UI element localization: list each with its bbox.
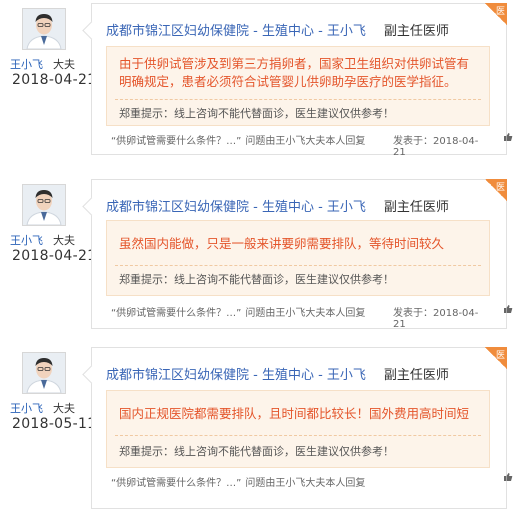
answer-footer: “供卵试管需要什么条件？…” 问题由王小飞大夫本人回复 (111, 474, 491, 489)
question-link[interactable]: “供卵试管需要什么条件？…” (111, 136, 241, 147)
thumb-up-icon[interactable] (503, 304, 513, 317)
doctor-name-line: 王小飞 大夫 (10, 400, 75, 416)
published-date: 发表于：2018-04-21 (393, 136, 479, 158)
answer-text: 由于供卵试管涉及到第三方捐卵者，国家卫生组织对供卵试管有明确规定，患者必须符合试… (119, 56, 470, 89)
hospital-line: 成都市锦江区妇幼保健院 - 生殖中心 - 王小飞 副主任医师 (106, 196, 449, 215)
question-link[interactable]: “供卵试管需要什么条件？…” (111, 478, 241, 489)
reply-box: 虽然国内能做，只是一般来讲要卵需要排队，等待时间较久 郑重提示：线上咨询不能代替… (106, 220, 490, 296)
answer-entry: 王小飞 大夫 2018-04-21 医 成都市锦江区妇幼保健院 - 生殖中心 - … (0, 176, 517, 334)
hospital-line: 成都市锦江区妇幼保健院 - 生殖中心 - 王小飞 副主任医师 (106, 364, 449, 383)
divider (115, 435, 481, 436)
doctor-corner-badge: 医 (485, 347, 507, 369)
doctor-name-line: 王小飞 大夫 (10, 56, 75, 72)
doctor-name-link[interactable]: 王小飞 (10, 58, 43, 71)
thumb-up-icon[interactable] (503, 472, 513, 485)
doctor-avatar[interactable] (22, 352, 66, 394)
answered-by: 问题由王小飞大夫本人回复 (245, 478, 366, 489)
answer-entry: 王小飞 大夫 2018-05-11 医 成都市锦江区妇幼保健院 - 生殖中心 - … (0, 344, 517, 509)
answer-date: 2018-04-21 (12, 72, 97, 88)
hospital-link[interactable]: 成都市锦江区妇幼保健院 - 生殖中心 - 王小飞 (106, 368, 366, 383)
doctor-avatar[interactable] (22, 184, 66, 226)
reply-box: 由于供卵试管涉及到第三方捐卵者，国家卫生组织对供卵试管有明确规定，患者必须符合试… (106, 46, 490, 126)
doctor-name-link[interactable]: 王小飞 (10, 402, 43, 415)
disclaimer-tip: 郑重提示：线上咨询不能代替面诊，医生建议仅供参考！ (119, 107, 394, 120)
doctor-corner-badge: 医 (485, 179, 507, 201)
card-pointer (82, 197, 101, 216)
answer-text: 国内正规医院都需要排队，且时间都比较长！国外费用高时间短 (119, 406, 470, 421)
doctor-name-link[interactable]: 王小飞 (10, 234, 43, 247)
doctor-title: 副主任医师 (383, 200, 449, 215)
thumb-up-icon[interactable] (503, 132, 513, 145)
doctor-corner-badge: 医 (485, 3, 507, 25)
answer-footer: “供卵试管需要什么条件？…” 问题由王小飞大夫本人回复 发表于：2018-04-2… (111, 132, 491, 158)
divider (115, 99, 481, 100)
doctor-title: 副主任医师 (383, 368, 449, 383)
doctor-title: 副主任医师 (383, 24, 449, 39)
answered-by: 问题由王小飞大夫本人回复 (245, 308, 366, 319)
doctor-rank: 大夫 (53, 402, 75, 415)
answer-text: 虽然国内能做，只是一般来讲要卵需要排队，等待时间较久 (119, 236, 445, 251)
hospital-link[interactable]: 成都市锦江区妇幼保健院 - 生殖中心 - 王小飞 (106, 24, 366, 39)
doctor-name-line: 王小飞 大夫 (10, 232, 75, 248)
disclaimer-tip: 郑重提示：线上咨询不能代替面诊，医生建议仅供参考！ (119, 273, 394, 286)
divider (115, 265, 481, 266)
card-pointer (82, 365, 101, 384)
answer-date: 2018-04-21 (12, 248, 97, 264)
answered-by: 问题由王小飞大夫本人回复 (245, 136, 366, 147)
answer-entry: 王小飞 大夫 2018-04-21 医 成都市锦江区妇幼保健院 - 生殖中心 - … (0, 0, 517, 158)
hospital-link[interactable]: 成都市锦江区妇幼保健院 - 生殖中心 - 王小飞 (106, 200, 366, 215)
answer-footer: “供卵试管需要什么条件？…” 问题由王小飞大夫本人回复 发表于：2018-04-2… (111, 304, 491, 330)
published-date: 发表于：2018-04-21 (393, 308, 479, 330)
hospital-line: 成都市锦江区妇幼保健院 - 生殖中心 - 王小飞 副主任医师 (106, 20, 449, 39)
doctor-rank: 大夫 (53, 234, 75, 247)
card-pointer (82, 21, 101, 40)
doctor-rank: 大夫 (53, 58, 75, 71)
disclaimer-tip: 郑重提示：线上咨询不能代替面诊，医生建议仅供参考！ (119, 445, 394, 458)
reply-box: 国内正规医院都需要排队，且时间都比较长！国外费用高时间短 郑重提示：线上咨询不能… (106, 390, 490, 468)
answer-date: 2018-05-11 (12, 416, 97, 432)
question-link[interactable]: “供卵试管需要什么条件？…” (111, 308, 241, 319)
doctor-avatar[interactable] (22, 8, 66, 50)
